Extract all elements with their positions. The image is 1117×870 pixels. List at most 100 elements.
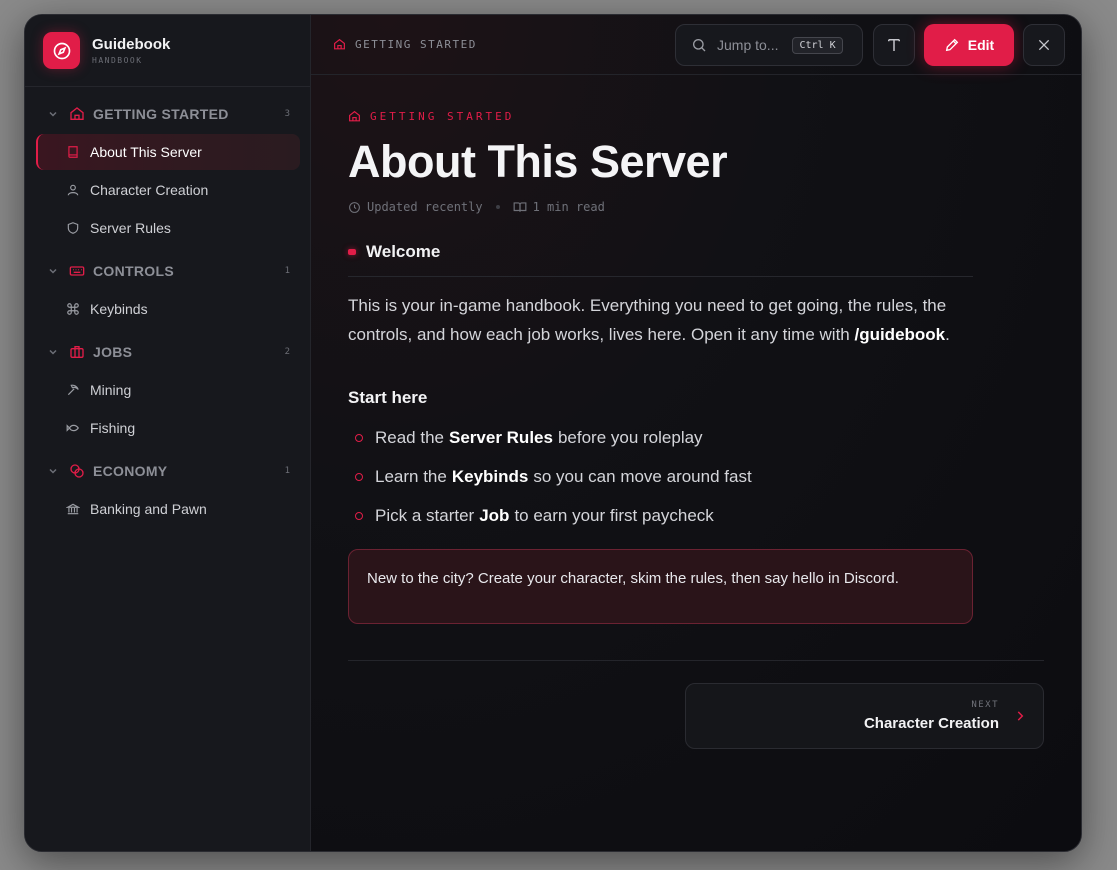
subheading: Start here <box>348 388 428 407</box>
briefcase-icon <box>70 346 84 358</box>
intro-end: . <box>945 325 950 344</box>
bank-icon <box>66 503 80 515</box>
list-text: Learn the <box>375 466 447 486</box>
search-shortcut: Ctrl K <box>792 36 843 54</box>
intro-paragraph: This is your in-game handbook. Everythin… <box>348 291 973 349</box>
list-bold: Job <box>479 505 510 525</box>
book-icon <box>68 146 78 158</box>
guidebook-window: Guidebook HANDBOOK GETTING STARTED 3 Abo… <box>24 14 1082 852</box>
section-count: 2 <box>284 347 290 357</box>
close-button[interactable] <box>1023 24 1065 66</box>
breadcrumb-label: GETTING STARTED <box>355 38 477 51</box>
section-jobs[interactable]: JOBS 2 <box>25 340 310 364</box>
section-title: Welcome <box>366 242 441 261</box>
list-bold: Keybinds <box>451 466 529 486</box>
section-marker <box>348 249 356 255</box>
section-label: CONTROLS <box>93 263 174 279</box>
section-getting-started[interactable]: GETTING STARTED 3 <box>25 102 310 126</box>
home-icon <box>349 110 360 122</box>
sidebar-item-label: Banking and Pawn <box>90 501 207 517</box>
main-content: GETTING STARTED Jump to... Ctrl K Edit G… <box>311 15 1081 851</box>
chevron-down-icon <box>49 111 57 117</box>
bullet-icon <box>355 472 363 481</box>
eyebrow-label: GETTING STARTED <box>370 110 515 123</box>
sidebar-item-character-creation[interactable]: Character Creation <box>36 172 300 208</box>
edit-label: Edit <box>967 37 995 53</box>
compass-icon <box>43 32 80 69</box>
type-icon <box>888 39 900 51</box>
sidebar-item-label: Fishing <box>90 420 136 436</box>
sidebar-item-fishing[interactable]: Fishing <box>36 410 300 446</box>
sidebar-item-label: Keybinds <box>90 301 148 317</box>
sidebar-item-server-rules[interactable]: Server Rules <box>36 210 300 246</box>
list-item: Read the Server Rules before you roleplay <box>348 418 973 457</box>
breadcrumb[interactable]: GETTING STARTED <box>333 38 477 51</box>
shield-icon <box>67 222 79 234</box>
home-icon <box>334 38 345 50</box>
section-count: 1 <box>284 266 290 276</box>
sidebar-item-mining[interactable]: Mining <box>36 372 300 408</box>
chevron-down-icon <box>49 268 57 274</box>
chevron-down-icon <box>49 468 57 474</box>
search-input[interactable]: Jump to... Ctrl K <box>675 24 863 66</box>
pencil-icon <box>945 38 959 52</box>
coins-icon <box>70 464 84 478</box>
search-placeholder: Jump to... <box>717 37 779 53</box>
sidebar-item-banking-and-pawn[interactable]: Banking and Pawn <box>36 491 300 527</box>
section-count: 3 <box>284 109 290 119</box>
list-text: Pick a starter <box>375 505 475 525</box>
sidebar: Guidebook HANDBOOK GETTING STARTED 3 Abo… <box>25 15 311 851</box>
section-economy[interactable]: ECONOMY 1 <box>25 459 310 483</box>
brand-title: Guidebook <box>92 36 171 53</box>
meta-separator <box>495 205 500 209</box>
section-heading: Welcome <box>348 242 973 277</box>
user-icon <box>67 184 79 196</box>
read-time-label: 1 min read <box>532 200 605 214</box>
list-item: Pick a starter Job to earn your first payc… <box>348 496 973 535</box>
section-label: JOBS <box>93 344 133 360</box>
list-text: to earn your first paycheck <box>514 505 714 525</box>
brand-header: Guidebook HANDBOOK <box>25 15 310 87</box>
keyboard-icon <box>69 266 85 276</box>
article-eyebrow: GETTING STARTED <box>348 110 973 123</box>
sidebar-item-label: Server Rules <box>90 220 171 236</box>
article-meta: Updated recently 1 min read <box>348 200 973 214</box>
list-text: Read the <box>375 427 444 447</box>
divider <box>348 660 1044 661</box>
open-book-icon <box>513 202 527 212</box>
fish-icon <box>66 424 79 432</box>
chevron-right-icon <box>1017 711 1024 721</box>
section-label: ECONOMY <box>93 463 168 479</box>
pickaxe-icon <box>67 384 79 396</box>
sidebar-nav: GETTING STARTED 3 About This Server Char… <box>25 87 310 527</box>
next-title: Character Creation <box>863 715 999 732</box>
list-item: Learn the Keybinds so you can move around … <box>348 457 973 496</box>
article: GETTING STARTED About This Server Update… <box>348 110 973 624</box>
next-eyebrow: NEXT <box>971 700 999 710</box>
command-text: /guidebook <box>854 325 946 344</box>
home-icon <box>70 107 84 120</box>
section-controls[interactable]: CONTROLS 1 <box>25 259 310 283</box>
list-text: before you roleplay <box>557 427 703 447</box>
brand-subtitle: HANDBOOK <box>92 56 143 65</box>
bullet-icon <box>355 433 363 442</box>
command-icon <box>67 303 79 315</box>
list-text: so you can move around fast <box>533 466 752 486</box>
sidebar-item-label: Mining <box>90 382 132 398</box>
page-title: About This Server <box>348 136 728 187</box>
section-label: GETTING STARTED <box>93 106 229 122</box>
topbar: GETTING STARTED Jump to... Ctrl K Edit <box>311 15 1081 75</box>
updated-label: Updated recently <box>367 200 483 214</box>
bullet-icon <box>355 511 363 520</box>
sidebar-item-keybinds[interactable]: Keybinds <box>36 291 300 327</box>
callout-box: New to the city? Create your character, … <box>348 549 973 624</box>
start-list: Read the Server Rules before you roleplay … <box>348 418 973 535</box>
text-size-button[interactable] <box>873 24 915 66</box>
section-count: 1 <box>284 466 290 476</box>
sidebar-item-about-this-server[interactable]: About This Server <box>36 134 300 170</box>
clock-icon <box>349 201 360 213</box>
edit-button[interactable]: Edit <box>924 24 1014 66</box>
close-icon <box>1038 39 1050 51</box>
next-page-button[interactable]: NEXT Character Creation <box>685 683 1044 749</box>
chevron-down-icon <box>49 349 57 355</box>
